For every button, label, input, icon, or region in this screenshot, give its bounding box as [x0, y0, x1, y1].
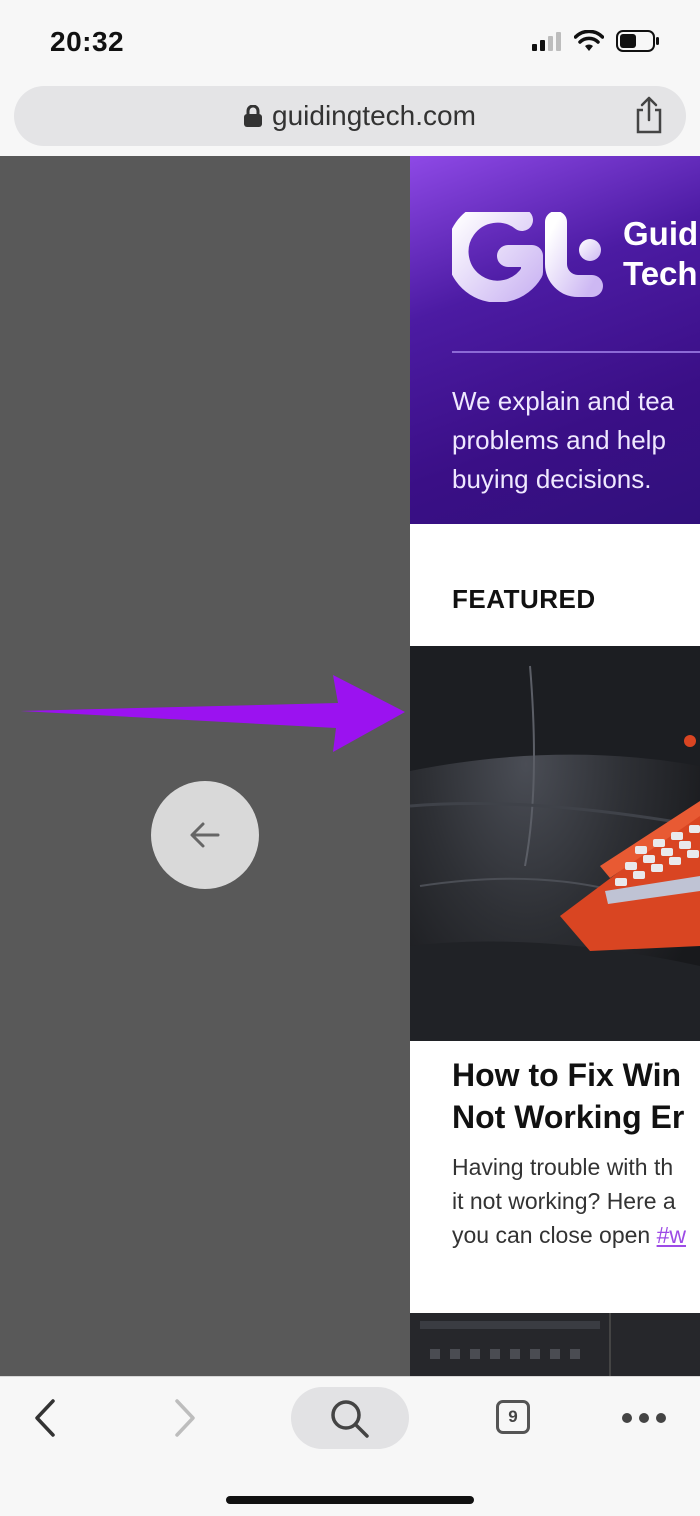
previous-page-overlay: [0, 156, 410, 1376]
tagline-line: buying decisions.: [452, 464, 652, 494]
web-content[interactable]: Guid Tech We explain and tea problems an…: [0, 156, 700, 1376]
excerpt-text: you can close open: [452, 1222, 657, 1248]
site-logo[interactable]: [452, 212, 607, 302]
status-icons: [532, 30, 660, 52]
share-button[interactable]: [634, 96, 664, 139]
more-menu-button[interactable]: [618, 1403, 670, 1433]
arrow-left-icon: [190, 822, 220, 848]
hashtag-link[interactable]: #w: [657, 1222, 686, 1248]
chevron-left-icon: [35, 1399, 55, 1437]
browser-toolbar: 9: [0, 1376, 700, 1516]
forward-button[interactable]: [160, 1391, 210, 1445]
lock-icon: [244, 105, 262, 127]
status-time: 20:32: [50, 26, 125, 57]
section-heading-featured: FEATURED: [452, 584, 596, 614]
more-dots-icon: [622, 1413, 666, 1423]
brand-line-2: Tech: [623, 255, 698, 292]
featured-article-image[interactable]: [410, 646, 700, 1041]
share-icon: [636, 96, 662, 134]
tagline-line: problems and help: [452, 425, 666, 455]
brand-line-1: Guid: [623, 215, 699, 252]
excerpt-line: Having trouble with th: [452, 1154, 674, 1180]
article-title-line: How to Fix Win: [452, 1057, 682, 1093]
site-tagline: We explain and tea problems and help buy…: [452, 382, 700, 499]
swipe-back-indicator: [151, 781, 259, 889]
software-screenshot-thumbnail: [410, 1313, 700, 1376]
current-page-preview[interactable]: Guid Tech We explain and tea problems an…: [410, 156, 700, 1376]
article-title-line: Not Working Er: [452, 1099, 685, 1135]
next-article-thumbnail[interactable]: [410, 1313, 700, 1376]
back-button[interactable]: [20, 1391, 70, 1445]
wifi-icon: [574, 30, 604, 51]
site-hero: Guid Tech We explain and tea problems an…: [410, 156, 700, 524]
home-indicator[interactable]: [226, 1496, 474, 1504]
article-title[interactable]: How to Fix Win Not Working Er: [452, 1054, 684, 1138]
article-excerpt: Having trouble with th it not working? H…: [452, 1150, 686, 1252]
address-bar[interactable]: guidingtech.com: [14, 86, 686, 146]
url-text: guidingtech.com: [272, 100, 476, 131]
search-icon: [331, 1400, 369, 1438]
brand-name: Guid Tech: [623, 214, 698, 294]
tagline-line: We explain and tea: [452, 386, 675, 416]
hero-divider: [452, 351, 700, 353]
url-display[interactable]: guidingtech.com: [244, 100, 476, 132]
status-bar: 20:32: [0, 0, 700, 84]
battery-icon: [616, 30, 659, 52]
cellular-signal-icon: [532, 32, 561, 51]
chevron-right-icon: [175, 1399, 195, 1437]
excerpt-line: you can close open #w: [452, 1218, 686, 1252]
excerpt-line: it not working? Here a: [452, 1188, 676, 1214]
tab-switcher-button[interactable]: 9: [496, 1400, 530, 1434]
search-button[interactable]: [291, 1387, 409, 1449]
browser-address-area: guidingtech.com: [0, 84, 700, 157]
typewriter-on-sofa-illustration: [410, 646, 700, 1041]
